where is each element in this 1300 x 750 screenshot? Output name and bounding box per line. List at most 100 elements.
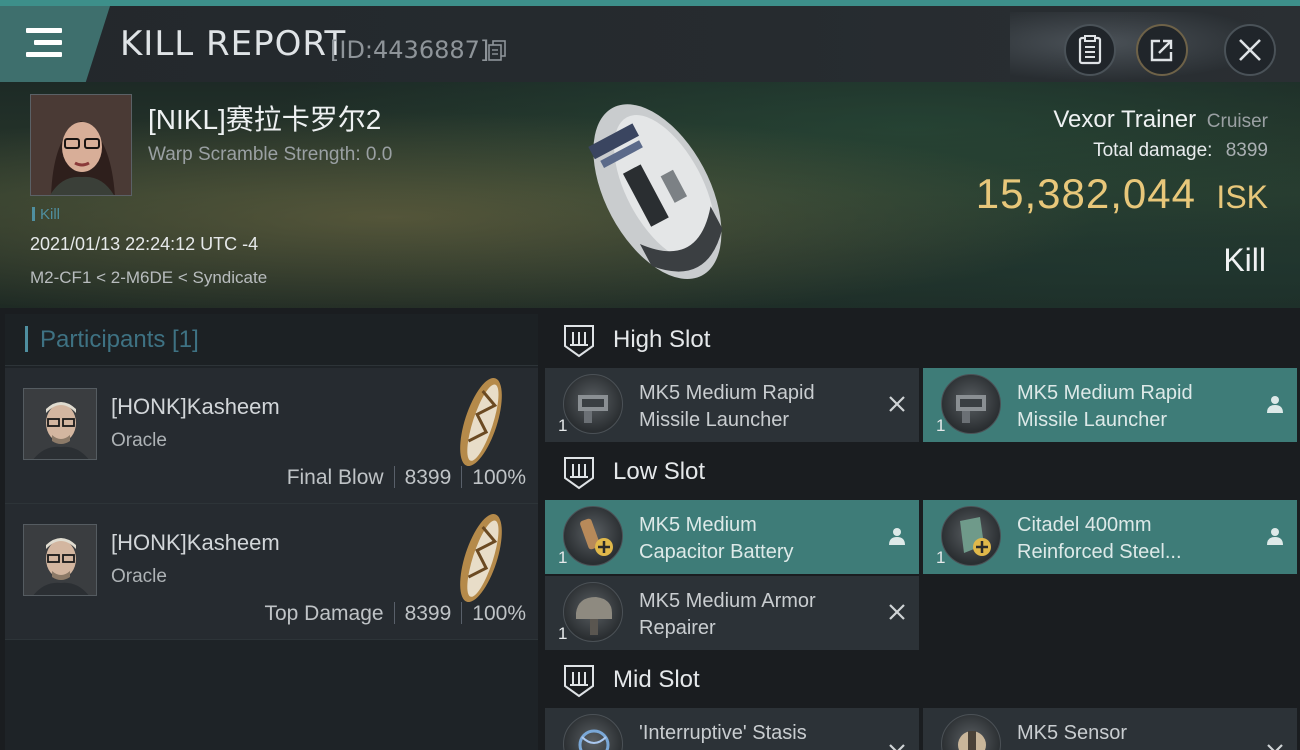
module-name-line1: MK5 Sensor <box>1017 722 1128 744</box>
participant-percent: 100% <box>472 602 526 625</box>
participant-damage: 8399 <box>404 602 452 625</box>
module-name: Citadel 400mm Reinforced Steel... <box>1017 512 1247 566</box>
module-name: 'Interruptive' Stasis <box>639 720 869 747</box>
isk-amount: 15,382,044 <box>975 170 1196 217</box>
participants-panel: Participants [1] [HONK]Kasheem Oracle Fi… <box>5 314 538 750</box>
missile-launcher-icon <box>941 374 1001 434</box>
kill-datetime: 2021/01/13 22:24:12 UTC -4 <box>30 234 259 254</box>
total-damage-value: 8399 <box>1225 140 1268 161</box>
module-name: MK5 Medium Rapid Missile Launcher <box>639 380 869 434</box>
module-name: MK5 Medium Capacitor Battery <box>639 512 869 566</box>
victim-name[interactable]: [NIKL]赛拉卡罗尔2 <box>148 98 381 138</box>
module-name-line1: MK5 Medium Rapid <box>1017 382 1193 404</box>
module-quantity: 1 <box>558 624 568 643</box>
low-slot-header: Low Slot <box>545 444 1300 500</box>
menu-icon <box>26 28 62 58</box>
armor-plate-icon <box>941 506 1001 566</box>
participant-role: Top Damage <box>264 602 384 625</box>
kill-tag: Kill <box>32 206 60 223</box>
module-name-line1: MK5 Medium <box>639 514 757 536</box>
participant-percent: 100% <box>472 466 526 489</box>
share-icon <box>1150 39 1173 62</box>
low-slot-title: Low Slot <box>613 458 706 485</box>
close-button[interactable] <box>1224 24 1276 76</box>
module-card[interactable]: 1 MK5 Medium Rapid Missile Launcher <box>545 368 919 442</box>
victim-portrait[interactable] <box>30 94 132 196</box>
participant-stats: Final Blow 8399 100% <box>287 466 526 490</box>
module-name-line1: 'Interruptive' Stasis <box>639 722 807 744</box>
participant-ship-image[interactable] <box>453 372 509 472</box>
mid-slot-title: Mid Slot <box>613 666 700 693</box>
participant-ship: Oracle <box>111 566 167 587</box>
slot-icon <box>564 665 594 698</box>
kill-location[interactable]: M2-CF1 < 2-M6DE < Syndicate <box>30 268 267 288</box>
participant-stats: Top Damage 8399 100% <box>264 602 526 626</box>
missile-launcher-icon <box>563 374 623 434</box>
participant-ship: Oracle <box>111 430 167 451</box>
notes-icon <box>1078 35 1102 65</box>
isk-value: 15,382,044 ISK <box>976 170 1268 218</box>
mid-slot-header: Mid Slot <box>545 652 1300 708</box>
module-name-line2: Capacitor Battery <box>639 541 794 563</box>
participant-name[interactable]: [HONK]Kasheem <box>111 394 280 420</box>
destroyed-x-icon <box>1267 744 1283 750</box>
module-card[interactable]: 1 MK5 Sensor <box>923 708 1297 750</box>
total-damage-label: Total damage: <box>1093 140 1213 161</box>
participant-avatar[interactable] <box>23 388 97 460</box>
module-name-line1: MK5 Medium Armor <box>639 590 816 612</box>
participants-title: Participants [1] <box>40 326 199 353</box>
high-slot-header: High Slot <box>545 312 1300 368</box>
dropped-person-icon <box>1267 528 1283 545</box>
participant-ship-image[interactable] <box>453 508 509 608</box>
participants-header: Participants [1] <box>5 314 538 366</box>
participant-avatar[interactable] <box>23 524 97 596</box>
kill-banner: [NIKL]赛拉卡罗尔2 Warp Scramble Strength: 0.0… <box>0 82 1300 308</box>
report-id: [ID:4436887] <box>330 36 490 64</box>
module-quantity: 1 <box>936 548 946 567</box>
module-name: MK5 Medium Armor Repairer <box>639 588 869 642</box>
module-card[interactable]: 1 Citadel 400mm Reinforced Steel... <box>923 500 1297 574</box>
module-name: MK5 Sensor <box>1017 720 1247 747</box>
module-card[interactable]: 1 MK5 Medium Rapid Missile Launcher <box>923 368 1297 442</box>
warp-scramble-strength: Warp Scramble Strength: 0.0 <box>148 144 393 165</box>
participant-name[interactable]: [HONK]Kasheem <box>111 530 280 556</box>
page-title: KILL REPORT <box>120 24 347 64</box>
slot-icon <box>564 457 594 490</box>
module-name-line2: Repairer <box>639 617 716 639</box>
menu-button[interactable] <box>0 6 110 82</box>
module-name-line1: Citadel 400mm <box>1017 514 1152 536</box>
high-slot-title: High Slot <box>613 326 711 353</box>
victim-ship: Vexor Trainer Cruiser <box>1053 106 1268 134</box>
participant-row[interactable]: [HONK]Kasheem Oracle Top Damage 8399 100% <box>5 504 538 640</box>
module-quantity: 1 <box>558 548 568 567</box>
dropped-person-icon <box>889 528 905 545</box>
module-quantity: 1 <box>936 416 946 435</box>
module-quantity: 1 <box>558 416 568 435</box>
module-card[interactable]: 1 'Interruptive' Stasis <box>545 708 919 750</box>
fitting-slots: High Slot 1 MK5 Medium Rapid Missile Lau… <box>545 312 1300 750</box>
module-card[interactable]: 1 MK5 Medium Armor Repairer <box>545 576 919 650</box>
participant-damage: 8399 <box>404 466 452 489</box>
destroyed-x-icon <box>889 396 905 412</box>
participant-row[interactable]: [HONK]Kasheem Oracle Final Blow 8399 100% <box>5 368 538 504</box>
isk-unit: ISK <box>1216 179 1268 215</box>
slot-icon <box>564 325 594 358</box>
header-bar: KILL REPORT [ID:4436887] <box>0 0 1300 88</box>
module-name-line2: Missile Launcher <box>639 409 790 431</box>
module-card[interactable]: 1 MK5 Medium Capacitor Battery <box>545 500 919 574</box>
module-name: MK5 Medium Rapid Missile Launcher <box>1017 380 1247 434</box>
ship-render-image <box>588 104 723 280</box>
module-name-line1: MK5 Medium Rapid <box>639 382 815 404</box>
notes-button[interactable] <box>1064 24 1116 76</box>
destroyed-x-icon <box>889 744 905 750</box>
module-name-line2: Reinforced Steel... <box>1017 541 1182 563</box>
capacitor-battery-icon <box>563 506 623 566</box>
participant-avatar-image <box>24 525 96 595</box>
module-name-line2: Missile Launcher <box>1017 409 1168 431</box>
stasis-webifier-icon <box>563 714 623 750</box>
ship-name[interactable]: Vexor Trainer <box>1053 106 1196 133</box>
kill-result: Kill <box>1223 242 1266 278</box>
copy-icon[interactable] <box>488 40 506 62</box>
share-button[interactable] <box>1136 24 1188 76</box>
close-icon <box>1239 39 1261 61</box>
